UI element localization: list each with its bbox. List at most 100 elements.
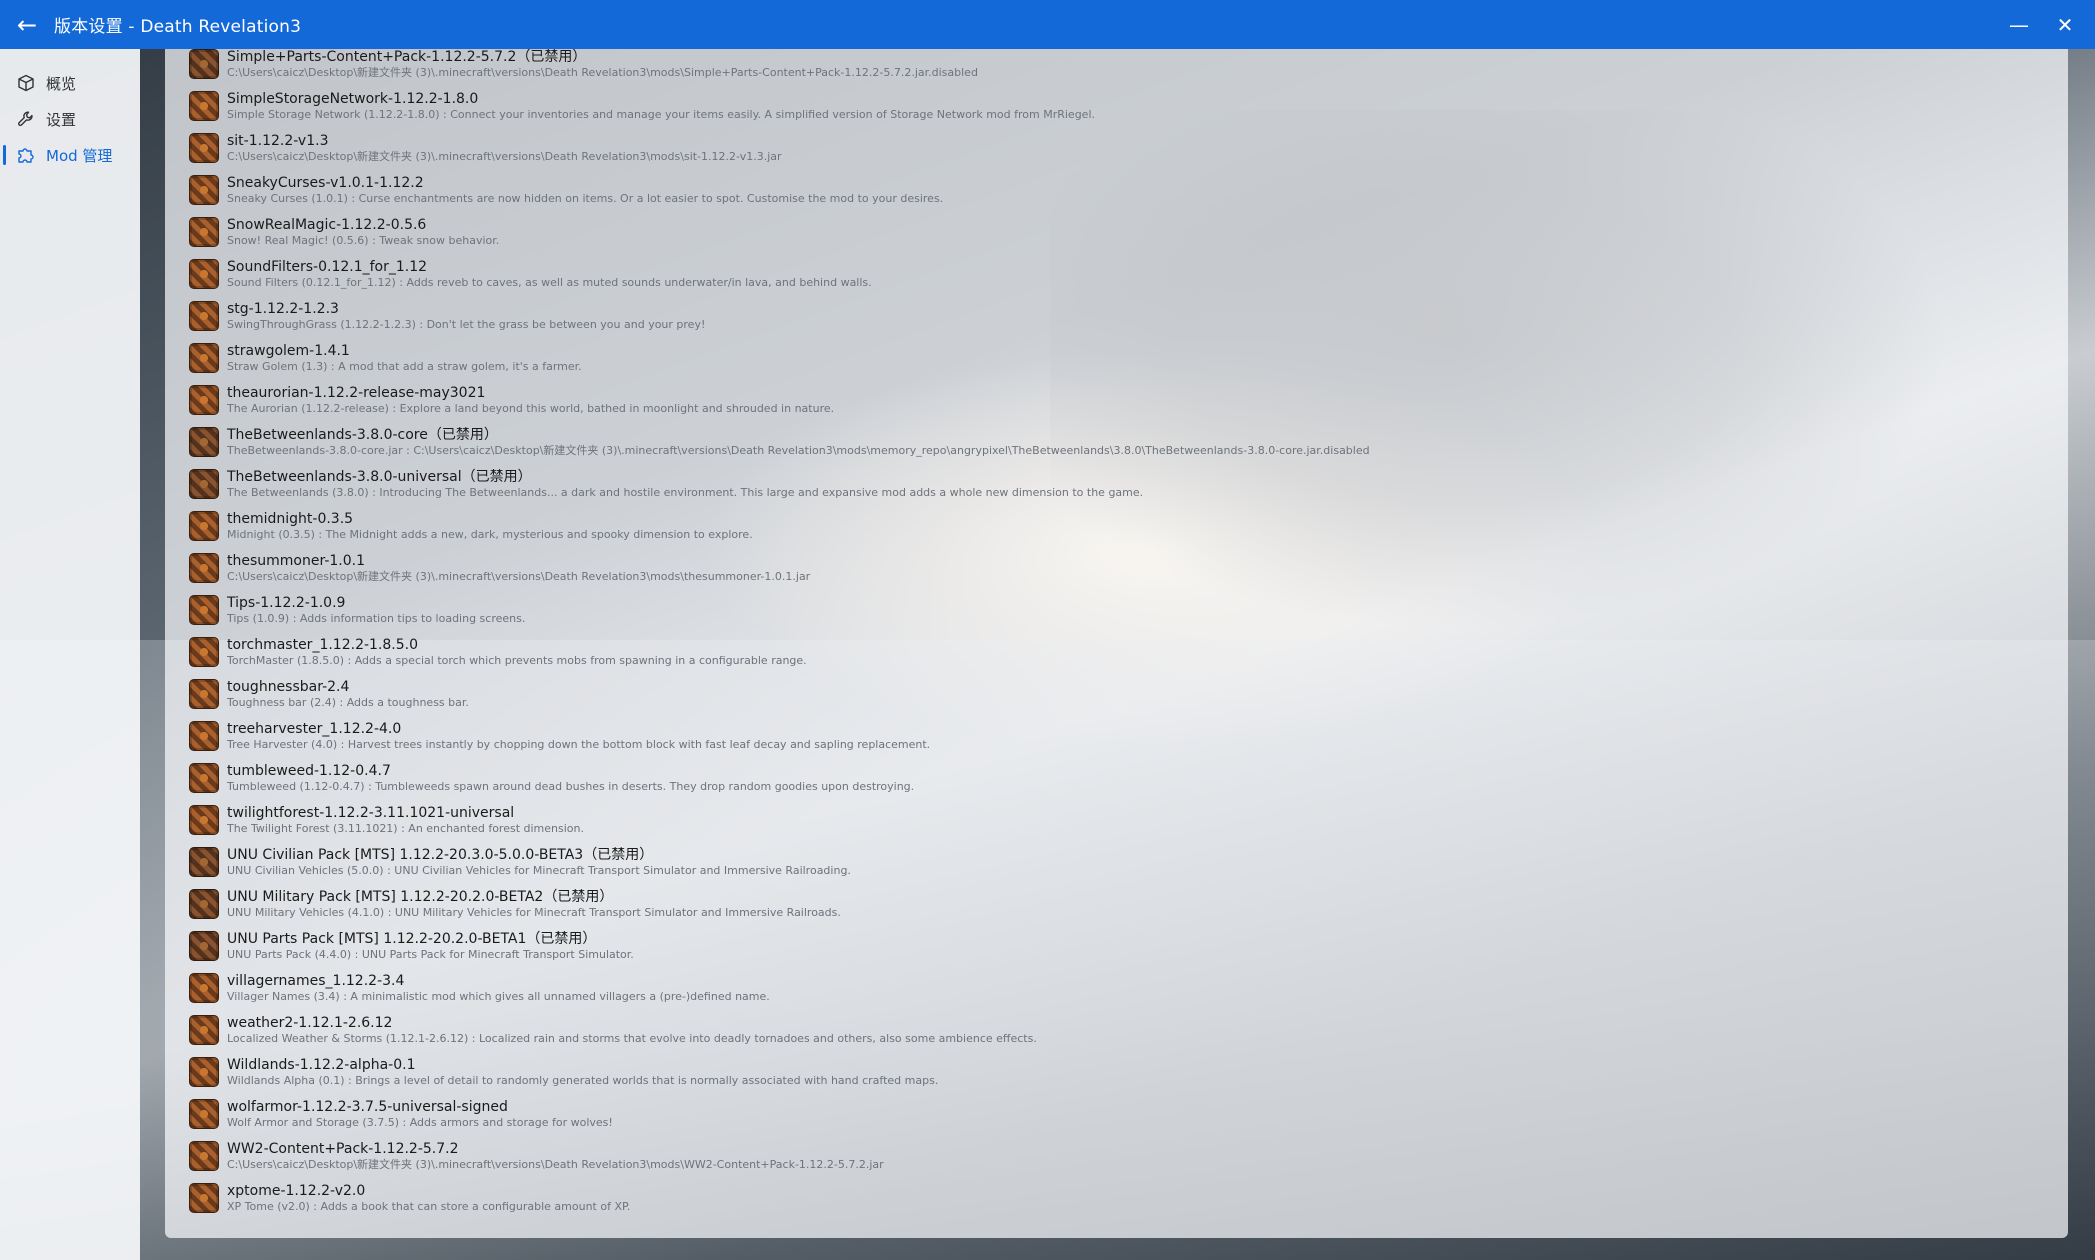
mod-list-item[interactable]: themidnight-0.3.5 Midnight (0.3.5) : The … bbox=[189, 505, 2068, 547]
mod-name: Simple+Parts-Content+Pack-1.12.2-5.7.2（已… bbox=[227, 49, 587, 65]
mod-block-icon bbox=[189, 889, 219, 919]
mod-list-item[interactable]: theaurorian-1.12.2-release-may3021 The Au… bbox=[189, 379, 2068, 421]
mod-block-icon bbox=[189, 217, 219, 247]
mod-list-item[interactable]: sit-1.12.2-v1.3 C:\Users\caicz\Desktop\新建… bbox=[189, 127, 2068, 169]
mod-text: Tips-1.12.2-1.0.9 Tips (1.0.9) : Adds inf… bbox=[227, 595, 525, 626]
mod-list-item[interactable]: villagernames_1.12.2-3.4 Villager Names (… bbox=[189, 967, 2068, 1009]
mod-description: Sound Filters (0.12.1_for_1.12) : Adds r… bbox=[227, 275, 872, 289]
mod-list-item[interactable]: Wildlands-1.12.2-alpha-0.1 Wildlands Alph… bbox=[189, 1051, 2068, 1093]
mod-name: Wildlands-1.12.2-alpha-0.1 bbox=[227, 1056, 416, 1073]
mod-list-item[interactable]: UNU Civilian Pack [MTS] 1.12.2-20.3.0-5.… bbox=[189, 841, 2068, 883]
mod-block-icon bbox=[189, 301, 219, 331]
mod-list-item[interactable]: twilightforest-1.12.2-3.11.1021-universa… bbox=[189, 799, 2068, 841]
mod-list-item[interactable]: thesummoner-1.0.1 C:\Users\caicz\Desktop\… bbox=[189, 547, 2068, 589]
mod-list-item[interactable]: UNU Military Pack [MTS] 1.12.2-20.2.0-BE… bbox=[189, 883, 2068, 925]
mod-list-item[interactable]: UNU Parts Pack [MTS] 1.12.2-20.2.0-BETA1… bbox=[189, 925, 2068, 967]
mod-text: xptome-1.12.2-v2.0 XP Tome (v2.0) : Adds … bbox=[227, 1183, 630, 1214]
mod-block-icon bbox=[189, 1141, 219, 1171]
mod-block-icon bbox=[189, 469, 219, 499]
mod-block-icon bbox=[189, 511, 219, 541]
mod-name: strawgolem-1.4.1 bbox=[227, 342, 350, 359]
minimize-icon: — bbox=[2009, 12, 2029, 37]
sidebar-item-mod-management[interactable]: Mod 管理 bbox=[0, 137, 140, 173]
mod-list-item[interactable]: strawgolem-1.4.1 Straw Golem (1.3) : A mo… bbox=[189, 337, 2068, 379]
mod-text: villagernames_1.12.2-3.4 Villager Names (… bbox=[227, 973, 770, 1004]
mod-list-item[interactable]: wolfarmor-1.12.2-3.7.5-universal-signed W… bbox=[189, 1093, 2068, 1135]
mod-text: Wildlands-1.12.2-alpha-0.1 Wildlands Alph… bbox=[227, 1057, 938, 1088]
mod-block-icon bbox=[189, 553, 219, 583]
mod-description: The Aurorian (1.12.2-release) : Explore … bbox=[227, 401, 835, 415]
mod-description: Straw Golem (1.3) : A mod that add a str… bbox=[227, 359, 582, 373]
mod-list-item[interactable]: Tips-1.12.2-1.0.9 Tips (1.0.9) : Adds inf… bbox=[189, 589, 2068, 631]
mod-name: theaurorian-1.12.2-release-may3021 bbox=[227, 384, 486, 401]
mod-block-icon bbox=[189, 343, 219, 373]
mod-list-item[interactable]: treeharvester_1.12.2-4.0 Tree Harvester (… bbox=[189, 715, 2068, 757]
mod-list-item[interactable]: Simple+Parts-Content+Pack-1.12.2-5.7.2（已… bbox=[189, 49, 2068, 85]
mod-list-item[interactable]: TheBetweenlands-3.8.0-universal（已禁用） The … bbox=[189, 463, 2068, 505]
sidebar: 概览 设置 Mod 管理 bbox=[0, 49, 140, 1260]
mod-text: tumbleweed-1.12-0.4.7 Tumbleweed (1.12-0.… bbox=[227, 763, 914, 794]
mod-block-icon bbox=[189, 805, 219, 835]
mod-block-icon bbox=[189, 175, 219, 205]
mod-name: SnowRealMagic-1.12.2-0.5.6 bbox=[227, 216, 427, 233]
window-controls: — ✕ bbox=[2003, 0, 2095, 49]
mod-list-item[interactable]: TheBetweenlands-3.8.0-core（已禁用） TheBetwee… bbox=[189, 421, 2068, 463]
sidebar-item-label: 设置 bbox=[46, 110, 77, 129]
back-button[interactable]: ← bbox=[0, 0, 54, 49]
mod-description: C:\Users\caicz\Desktop\新建文件夹 (3)\.minecr… bbox=[227, 1157, 884, 1171]
mod-description: TheBetweenlands-3.8.0-core.jar : C:\User… bbox=[227, 443, 1370, 457]
mod-description: Sneaky Curses (1.0.1) : Curse enchantmen… bbox=[227, 191, 944, 205]
mod-name: tumbleweed-1.12-0.4.7 bbox=[227, 762, 391, 779]
mod-text: WW2-Content+Pack-1.12.2-5.7.2 C:\Users\ca… bbox=[227, 1141, 884, 1172]
mod-description: C:\Users\caicz\Desktop\新建文件夹 (3)\.minecr… bbox=[227, 569, 811, 583]
sidebar-item-overview[interactable]: 概览 bbox=[0, 65, 140, 101]
mod-description: Snow! Real Magic! (0.5.6) : Tweak snow b… bbox=[227, 233, 500, 247]
mod-text: SoundFilters-0.12.1_for_1.12 Sound Filter… bbox=[227, 259, 872, 290]
wrench-icon bbox=[16, 109, 36, 129]
mod-block-icon bbox=[189, 973, 219, 1003]
mod-list-item[interactable]: tumbleweed-1.12-0.4.7 Tumbleweed (1.12-0.… bbox=[189, 757, 2068, 799]
sidebar-item-label: 概览 bbox=[46, 74, 77, 93]
puzzle-icon bbox=[16, 145, 36, 165]
scrollbar[interactable] bbox=[2071, 49, 2095, 1238]
mod-block-icon bbox=[189, 1057, 219, 1087]
mod-text: UNU Military Pack [MTS] 1.12.2-20.2.0-BE… bbox=[227, 889, 841, 920]
mod-name: WW2-Content+Pack-1.12.2-5.7.2 bbox=[227, 1140, 459, 1157]
mod-name: weather2-1.12.1-2.6.12 bbox=[227, 1014, 393, 1031]
mod-text: SimpleStorageNetwork-1.12.2-1.8.0 Simple … bbox=[227, 91, 1095, 122]
mod-description: Tumbleweed (1.12-0.4.7) : Tumbleweeds sp… bbox=[227, 779, 915, 793]
mod-block-icon bbox=[189, 637, 219, 667]
mod-description: TorchMaster (1.8.5.0) : Adds a special t… bbox=[227, 653, 807, 667]
mod-list-item[interactable]: WW2-Content+Pack-1.12.2-5.7.2 C:\Users\ca… bbox=[189, 1135, 2068, 1177]
mod-text: SneakyCurses-v1.0.1-1.12.2 Sneaky Curses … bbox=[227, 175, 943, 206]
mod-description: Wildlands Alpha (0.1) : Brings a level o… bbox=[227, 1073, 939, 1087]
mod-list-item[interactable]: SoundFilters-0.12.1_for_1.12 Sound Filter… bbox=[189, 253, 2068, 295]
mod-list[interactable]: Simple+Parts-Content+Pack-1.12.2-5.7.2（已… bbox=[189, 49, 2068, 1219]
mod-text: stg-1.12.2-1.2.3 SwingThroughGrass (1.12.… bbox=[227, 301, 705, 332]
mod-list-item[interactable]: torchmaster_1.12.2-1.8.5.0 TorchMaster (1… bbox=[189, 631, 2068, 673]
mod-description: XP Tome (v2.0) : Adds a book that can st… bbox=[227, 1199, 631, 1213]
mod-list-item[interactable]: SnowRealMagic-1.12.2-0.5.6 Snow! Real Mag… bbox=[189, 211, 2068, 253]
minimize-button[interactable]: — bbox=[2003, 0, 2035, 49]
mod-description: Villager Names (3.4) : A minimalistic mo… bbox=[227, 989, 770, 1003]
mod-text: strawgolem-1.4.1 Straw Golem (1.3) : A mo… bbox=[227, 343, 582, 374]
mod-list-item[interactable]: toughnessbar-2.4 Toughness bar (2.4) : Ad… bbox=[189, 673, 2068, 715]
mod-text: sit-1.12.2-v1.3 C:\Users\caicz\Desktop\新建… bbox=[227, 133, 782, 164]
close-button[interactable]: ✕ bbox=[2049, 0, 2081, 49]
mod-description: Simple Storage Network (1.12.2-1.8.0) : … bbox=[227, 107, 1095, 121]
mod-list-item[interactable]: stg-1.12.2-1.2.3 SwingThroughGrass (1.12.… bbox=[189, 295, 2068, 337]
mod-description: The Betweenlands (3.8.0) : Introducing T… bbox=[227, 485, 1144, 499]
mod-text: treeharvester_1.12.2-4.0 Tree Harvester (… bbox=[227, 721, 930, 752]
mod-list-item[interactable]: SneakyCurses-v1.0.1-1.12.2 Sneaky Curses … bbox=[189, 169, 2068, 211]
mod-name: wolfarmor-1.12.2-3.7.5-universal-signed bbox=[227, 1098, 508, 1115]
mod-list-item[interactable]: xptome-1.12.2-v2.0 XP Tome (v2.0) : Adds … bbox=[189, 1177, 2068, 1219]
back-arrow-icon: ← bbox=[16, 10, 38, 39]
sidebar-item-settings[interactable]: 设置 bbox=[0, 101, 140, 137]
mod-block-icon bbox=[189, 1183, 219, 1213]
mod-text: theaurorian-1.12.2-release-may3021 The Au… bbox=[227, 385, 834, 416]
mod-list-item[interactable]: SimpleStorageNetwork-1.12.2-1.8.0 Simple … bbox=[189, 85, 2068, 127]
mod-block-icon bbox=[189, 931, 219, 961]
mod-list-item[interactable]: weather2-1.12.1-2.6.12 Localized Weather … bbox=[189, 1009, 2068, 1051]
mod-description: Tree Harvester (4.0) : Harvest trees ins… bbox=[227, 737, 931, 751]
mod-text: twilightforest-1.12.2-3.11.1021-universa… bbox=[227, 805, 584, 836]
